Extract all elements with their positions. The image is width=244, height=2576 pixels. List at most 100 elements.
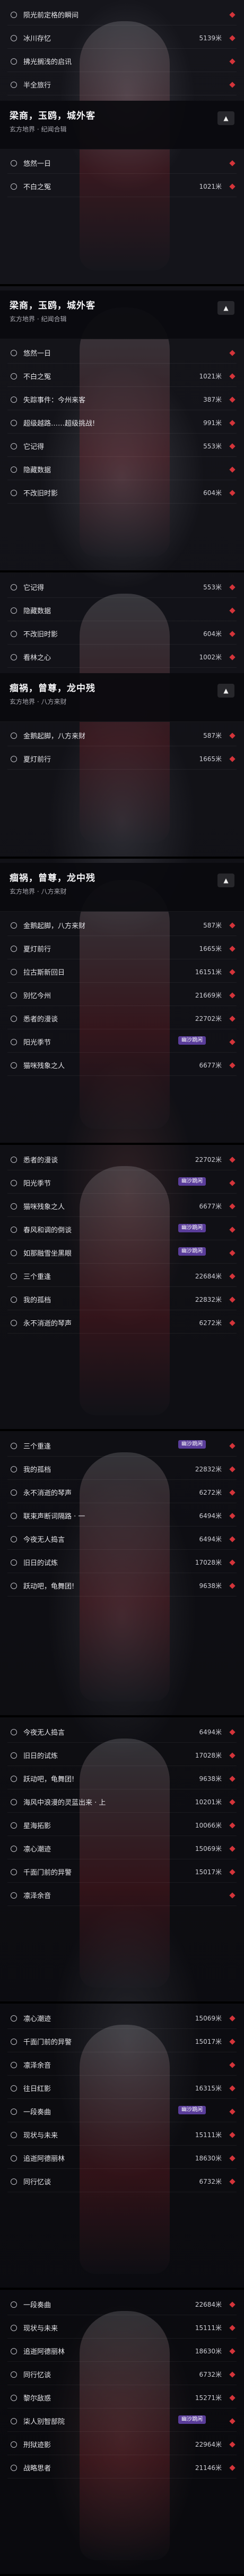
radio-icon[interactable] [11, 349, 17, 356]
quest-row[interactable]: 千面门前的异警 15017米 [7, 2031, 237, 2052]
quest-row[interactable]: 今夜无人捣言 6494米 [7, 1529, 237, 1550]
collapse-icon[interactable]: ▲ [217, 874, 234, 887]
quest-row[interactable]: 联束声断词隔路 · 一 6494米 [7, 1505, 237, 1527]
track-marker-icon[interactable] [229, 489, 236, 496]
track-marker-icon[interactable] [229, 2061, 236, 2068]
track-marker-icon[interactable] [229, 607, 236, 614]
track-marker-icon[interactable] [229, 630, 236, 637]
track-marker-icon[interactable] [229, 1512, 236, 1519]
track-marker-icon[interactable] [229, 2015, 236, 2022]
track-marker-icon[interactable] [229, 2394, 236, 2401]
radio-icon[interactable] [11, 1559, 17, 1566]
quest-row[interactable]: 跃动吧，龟舞团! 9638米 [7, 1575, 237, 1596]
quest-row[interactable]: 追逝阿德丽林 18630米 [7, 2148, 237, 2169]
track-marker-icon[interactable] [229, 584, 236, 590]
quest-row[interactable]: 不改旧时影 604米 [7, 482, 237, 504]
radio-icon[interactable] [11, 34, 17, 41]
track-marker-icon[interactable] [229, 968, 236, 975]
radio-icon[interactable] [11, 1512, 17, 1519]
quest-group-header[interactable]: 痼祸，曾尊，龙中残 玄方地界 · 八方来财 ▲ [0, 863, 244, 912]
track-marker-icon[interactable] [229, 1249, 236, 1256]
quest-list-scroll[interactable]: 陨光前定格的瞬间 冰川存忆 5139米 拂光搁浅的启讯 半全旅行 梁商，玉鸥，城外客 玄方地… [0, 0, 244, 2576]
track-marker-icon[interactable] [229, 373, 236, 380]
radio-icon[interactable] [11, 1442, 17, 1449]
quest-row[interactable]: 夏灯前行 1665米 [7, 748, 237, 770]
track-marker-icon[interactable] [229, 2464, 236, 2471]
radio-icon[interactable] [11, 2178, 17, 2185]
radio-icon[interactable] [11, 968, 17, 975]
track-marker-icon[interactable] [229, 755, 236, 762]
track-marker-icon[interactable] [229, 922, 236, 929]
quest-row[interactable]: 三个重逢 22684米 [7, 1266, 237, 1287]
quest-row[interactable]: 凛泽余音 [7, 2054, 237, 2076]
radio-icon[interactable] [11, 945, 17, 952]
quest-row[interactable]: 超级越路……超级挑战! 991米 [7, 412, 237, 434]
track-marker-icon[interactable] [229, 2131, 236, 2138]
quest-group-header[interactable]: 痼祸，曾尊，龙中残 玄方地界 · 八方来财 ▲ [0, 673, 244, 722]
track-marker-icon[interactable] [229, 1582, 236, 1589]
track-marker-icon[interactable] [229, 1892, 236, 1899]
track-marker-icon[interactable] [229, 2371, 236, 2378]
quest-row[interactable]: 隐藏数据 [7, 459, 237, 480]
radio-icon[interactable] [11, 1203, 17, 1210]
radio-icon[interactable] [11, 654, 17, 660]
quest-row[interactable]: 悠然一日 [7, 342, 237, 364]
quest-row[interactable]: 夏灯前行 1665米 [7, 938, 237, 959]
quest-row[interactable]: 凛心潮迹 15069米 [7, 1838, 237, 1859]
radio-icon[interactable] [11, 11, 17, 18]
quest-group-header[interactable]: 梁商，玉鸥，城外客 玄方地界 · 纪闻合辑 ▲ [0, 290, 244, 339]
radio-icon[interactable] [11, 630, 17, 637]
quest-row[interactable]: 现状与未来 15111米 [7, 2124, 237, 2146]
quest-row[interactable]: 失踪事件：今州来客 387米 [7, 389, 237, 410]
track-marker-icon[interactable] [229, 1179, 236, 1186]
radio-icon[interactable] [11, 2061, 17, 2068]
quest-row[interactable]: 阳光季节 幽沙跳闲 [7, 1172, 237, 1194]
track-marker-icon[interactable] [229, 2108, 236, 2115]
track-marker-icon[interactable] [229, 34, 236, 41]
track-marker-icon[interactable] [229, 1822, 236, 1829]
radio-icon[interactable] [11, 607, 17, 614]
radio-icon[interactable] [11, 1582, 17, 1589]
quest-row[interactable]: 星海拓影 10066米 [7, 1815, 237, 1836]
radio-icon[interactable] [11, 2394, 17, 2401]
quest-row[interactable]: 它记得 553米 [7, 436, 237, 457]
quest-row[interactable]: 追逝阿德丽林 18630米 [7, 2341, 237, 2362]
quest-row[interactable]: 冰川存忆 5139米 [7, 28, 237, 49]
quest-row[interactable]: 猫咪残象之人 6677米 [7, 1196, 237, 1217]
quest-row[interactable]: 刑狱迹影 22964米 [7, 2434, 237, 2455]
track-marker-icon[interactable] [229, 349, 236, 356]
radio-icon[interactable] [11, 466, 17, 473]
quest-row[interactable]: 金鹅起脚，八方来财 587米 [7, 915, 237, 936]
track-marker-icon[interactable] [229, 1226, 236, 1233]
quest-row[interactable]: 一段奏曲 22684米 [7, 2294, 237, 2315]
quest-row[interactable]: 看林之心 1002米 [7, 647, 237, 668]
radio-icon[interactable] [11, 396, 17, 403]
radio-icon[interactable] [11, 922, 17, 929]
quest-row[interactable]: 悠然一日 [7, 153, 237, 174]
radio-icon[interactable] [11, 81, 17, 88]
radio-icon[interactable] [11, 2464, 17, 2471]
quest-row[interactable]: 现状与未来 15111米 [7, 2317, 237, 2339]
radio-icon[interactable] [11, 2348, 17, 2354]
track-marker-icon[interactable] [229, 732, 236, 739]
radio-icon[interactable] [11, 443, 17, 449]
radio-icon[interactable] [11, 489, 17, 496]
track-marker-icon[interactable] [229, 1775, 236, 1782]
quest-row[interactable]: 春风和调的倒谈 幽沙跳闲 [7, 1219, 237, 1240]
quest-row[interactable]: 不白之冤 1021米 [7, 366, 237, 387]
quest-row[interactable]: 我的孤档 22832米 [7, 1289, 237, 1310]
track-marker-icon[interactable] [229, 1868, 236, 1875]
radio-icon[interactable] [11, 1798, 17, 1805]
quest-row[interactable]: 同行忆谈 6732米 [7, 2364, 237, 2385]
radio-icon[interactable] [11, 2038, 17, 2045]
radio-icon[interactable] [11, 1752, 17, 1759]
track-marker-icon[interactable] [229, 58, 236, 65]
track-marker-icon[interactable] [229, 2085, 236, 2092]
radio-icon[interactable] [11, 1868, 17, 1875]
quest-row[interactable]: 凛心潮迹 15069米 [7, 2008, 237, 2029]
track-marker-icon[interactable] [229, 2301, 236, 2308]
track-marker-icon[interactable] [229, 1752, 236, 1759]
quest-row[interactable]: 猫咪残象之人 6677米 [7, 1055, 237, 1076]
radio-icon[interactable] [11, 1775, 17, 1782]
quest-row[interactable]: 战略思者 21146米 [7, 2457, 237, 2478]
